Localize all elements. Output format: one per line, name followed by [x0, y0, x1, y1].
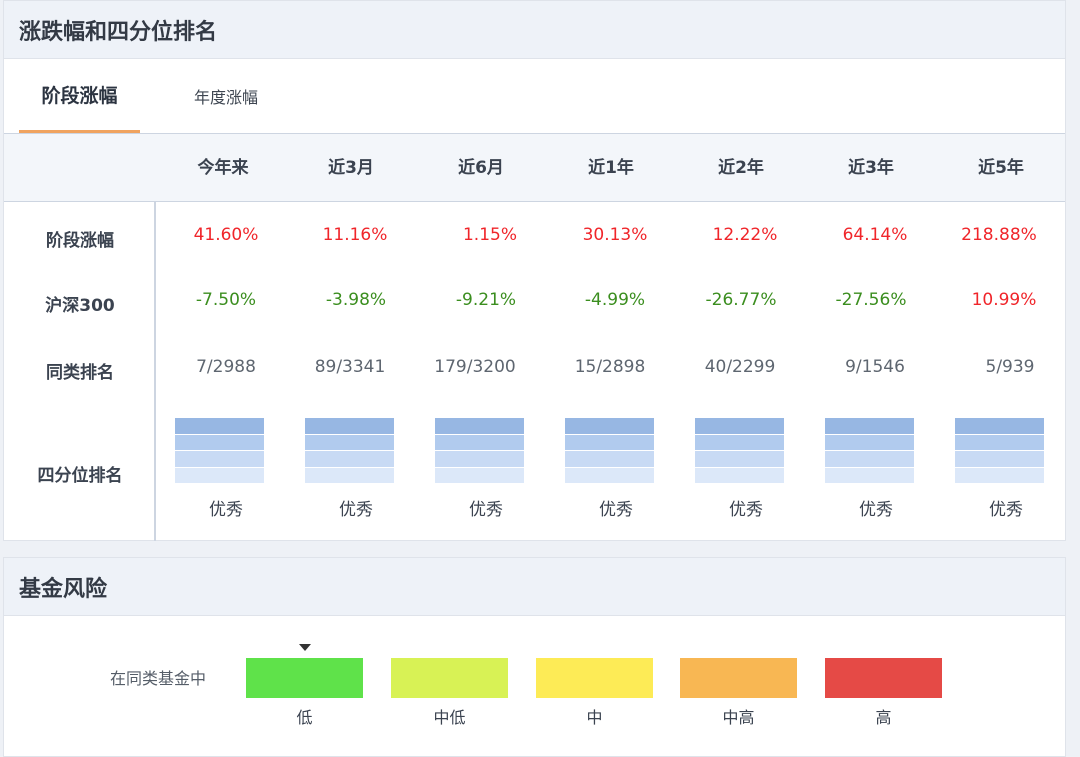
risk-label-medium-low: 中低 [433, 708, 466, 727]
quartile-bar-5y [955, 418, 1044, 484]
quartile-bar-1y [565, 418, 654, 484]
quartile-label-3y: 优秀 [859, 500, 893, 520]
quartile-label-ytd: 优秀 [209, 500, 243, 520]
column-header-6m: 近6月 [458, 158, 504, 178]
hs300-3m: -3.98% [325, 290, 387, 310]
stage-return-6m: 1.15% [462, 225, 517, 245]
risk-label-high: 高 [875, 708, 892, 727]
stage-return-3m: 11.16% [322, 225, 388, 245]
stage-return-ytd: 41.60% [193, 225, 259, 245]
risk-marker-triangle-icon [299, 644, 311, 651]
quartile-label-2y: 优秀 [729, 500, 763, 520]
rank-3m: 89/3341 [314, 357, 386, 377]
risk-level-medium [536, 658, 653, 698]
row-label-quartile: 四分位排名 [37, 466, 123, 486]
risk-level-high [825, 658, 942, 698]
row-labels: 阶段涨幅 沪深300 同类排名 四分位排名 [4, 202, 156, 541]
section-title-performance: 涨跌幅和四分位排名 [4, 1, 1065, 59]
risk-level-medium-low [391, 658, 508, 698]
stage-return-1y: 30.13% [582, 225, 648, 245]
quartile-bar-ytd [175, 418, 264, 484]
rank-6m: 179/3200 [434, 357, 516, 377]
quartile-label-3m: 优秀 [339, 500, 373, 520]
column-header-3m: 近3月 [328, 158, 374, 178]
hs300-ytd: -7.50% [195, 290, 257, 310]
quartile-bar-6m [435, 418, 524, 484]
tab-bar: 阶段涨幅 年度涨幅 [4, 59, 1065, 134]
risk-level-low [246, 658, 363, 698]
column-header-ytd: 今年来 [197, 158, 249, 178]
quartile-bar-3y [825, 418, 914, 484]
rank-2y: 40/2299 [704, 357, 776, 377]
tab-stage-return[interactable]: 阶段涨幅 [19, 59, 140, 133]
row-label-stage: 阶段涨幅 [46, 231, 114, 251]
stage-return-3y: 64.14% [842, 225, 908, 245]
rank-5y: 5/939 [985, 357, 1035, 377]
quartile-bar-2y [695, 418, 784, 484]
risk-label-medium: 中 [586, 708, 603, 727]
row-label-hs300: 沪深300 [45, 296, 115, 316]
table-header: 今年来 近3月 近6月 近1年 近2年 近3年 近5年 [4, 134, 1065, 202]
column-header-1y: 近1年 [588, 158, 634, 178]
hs300-3y: -27.56% [835, 290, 907, 310]
quartile-bar-3m [305, 418, 394, 484]
hs300-1y: -4.99% [584, 290, 646, 310]
risk-label-low: 低 [296, 708, 313, 727]
rank-1y: 15/2898 [574, 357, 646, 377]
row-label-rank: 同类排名 [46, 363, 114, 383]
stage-return-5y: 218.88% [961, 225, 1037, 245]
quartile-label-5y: 优秀 [989, 500, 1023, 520]
tab-annual-return[interactable]: 年度涨幅 [194, 59, 258, 133]
column-header-2y: 近2年 [718, 158, 764, 178]
quartile-label-6m: 优秀 [469, 500, 503, 520]
column-header-3y: 近3年 [848, 158, 894, 178]
hs300-6m: -9.21% [455, 290, 517, 310]
quartile-label-1y: 优秀 [599, 500, 633, 520]
risk-level-medium-high [680, 658, 797, 698]
section-title-risk: 基金风险 [4, 558, 1065, 616]
risk-compare-label: 在同类基金中 [110, 669, 207, 688]
hs300-5y: 10.99% [971, 290, 1037, 310]
rank-ytd: 7/2988 [196, 357, 256, 377]
risk-label-medium-high: 中高 [722, 708, 755, 727]
hs300-2y: -26.77% [705, 290, 777, 310]
stage-return-2y: 12.22% [712, 225, 778, 245]
column-header-5y: 近5年 [978, 158, 1024, 178]
rank-3y: 9/1546 [845, 357, 905, 377]
